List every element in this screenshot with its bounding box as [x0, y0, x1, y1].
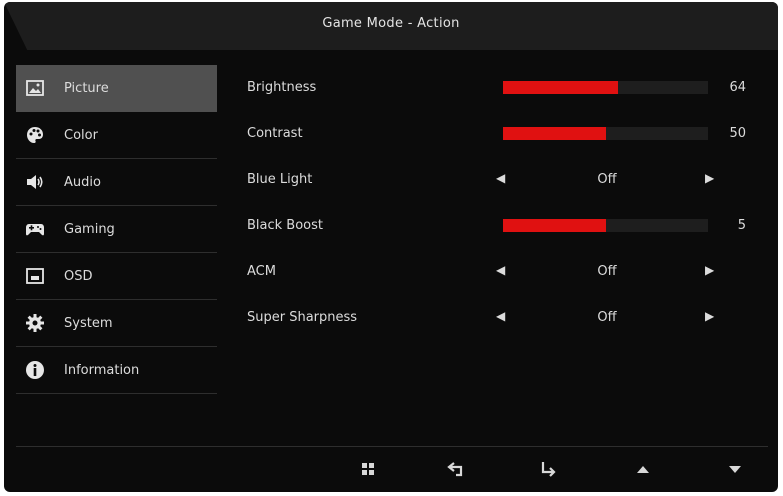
right-arrow-icon[interactable]: ▶ — [705, 263, 714, 277]
setting-label: Black Boost — [247, 218, 324, 233]
left-arrow-icon[interactable]: ◀ — [496, 263, 505, 277]
sidebar-item-label: Color — [64, 127, 98, 143]
left-arrow-icon[interactable]: ◀ — [496, 309, 505, 323]
black-boost-slider[interactable] — [503, 219, 708, 232]
slider-fill — [503, 219, 606, 232]
enter-icon[interactable] — [533, 457, 563, 481]
option-value: Off — [597, 264, 617, 279]
menu-grid-icon[interactable] — [353, 457, 383, 481]
info-icon — [25, 360, 45, 380]
sidebar-item-label: Picture — [64, 80, 109, 96]
osd-window-icon — [25, 266, 45, 286]
gamepad-icon — [25, 219, 45, 239]
sidebar-item-picture[interactable]: Picture — [16, 65, 217, 112]
setting-label: ACM — [247, 264, 276, 279]
option-value: Off — [597, 310, 617, 325]
speaker-icon — [25, 172, 45, 192]
setting-row-contrast[interactable]: Contrast 50 — [234, 111, 764, 157]
picture-icon — [25, 78, 45, 98]
sidebar-item-osd[interactable]: OSD — [16, 253, 217, 300]
setting-row-super-sharpness[interactable]: Super Sharpness ◀ Off ▶ — [234, 295, 764, 341]
back-icon[interactable] — [441, 457, 471, 481]
setting-value: 50 — [729, 126, 746, 141]
osd-title: Game Mode - Action — [322, 16, 460, 31]
sidebar-item-audio[interactable]: Audio — [16, 159, 217, 206]
brightness-slider[interactable] — [503, 81, 708, 94]
sidebar-item-label: Information — [64, 362, 140, 378]
setting-label: Blue Light — [247, 172, 313, 187]
gear-icon — [25, 313, 45, 333]
setting-value: 64 — [729, 80, 746, 95]
footer-divider — [16, 446, 768, 447]
sidebar-item-label: Audio — [64, 174, 101, 190]
contrast-slider[interactable] — [503, 127, 708, 140]
slider-fill — [503, 81, 618, 94]
slider-fill — [503, 127, 606, 140]
up-arrow-icon[interactable] — [628, 457, 658, 481]
sidebar-item-label: System — [64, 315, 113, 331]
setting-row-blue-light[interactable]: Blue Light ◀ Off ▶ — [234, 157, 764, 203]
sidebar-item-color[interactable]: Color — [16, 112, 217, 159]
setting-value: 5 — [737, 218, 746, 233]
sidebar-item-system[interactable]: System — [16, 300, 217, 347]
palette-icon — [25, 125, 45, 145]
right-arrow-icon[interactable]: ▶ — [705, 171, 714, 185]
sidebar-item-label: OSD — [64, 268, 93, 284]
right-arrow-icon[interactable]: ▶ — [705, 309, 714, 323]
sidebar: Picture Color Audio Gaming OSD System In… — [16, 65, 217, 394]
settings-panel: Brightness 64 Contrast 50 Blue Light ◀ O… — [234, 65, 764, 341]
setting-row-acm[interactable]: ACM ◀ Off ▶ — [234, 249, 764, 295]
down-arrow-icon[interactable] — [720, 457, 750, 481]
setting-label: Brightness — [247, 80, 317, 95]
left-arrow-icon[interactable]: ◀ — [496, 171, 505, 185]
setting-row-black-boost[interactable]: Black Boost 5 — [234, 203, 764, 249]
sidebar-item-label: Gaming — [64, 221, 115, 237]
sidebar-item-information[interactable]: Information — [16, 347, 217, 394]
osd-menu: Game Mode - Action Picture Color Audio G… — [4, 2, 778, 492]
setting-label: Super Sharpness — [247, 310, 358, 325]
setting-label: Contrast — [247, 126, 303, 141]
sidebar-item-gaming[interactable]: Gaming — [16, 206, 217, 253]
setting-row-brightness[interactable]: Brightness 64 — [234, 65, 764, 111]
option-value: Off — [597, 172, 617, 187]
